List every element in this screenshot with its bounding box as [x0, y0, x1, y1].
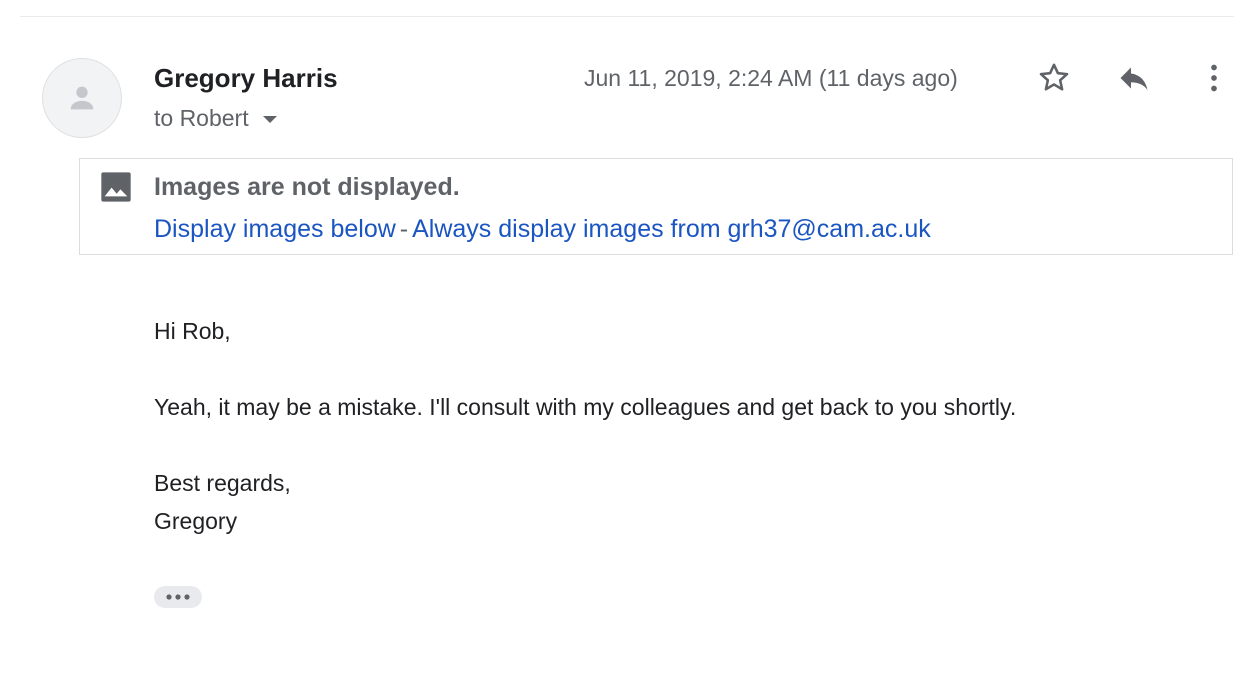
message-closing: Best regards, — [154, 470, 291, 496]
link-separator: - — [399, 215, 409, 243]
recipient-details-toggle[interactable]: to Robert — [154, 103, 277, 133]
sender-name[interactable]: Gregory Harris — [154, 62, 338, 94]
top-divider — [20, 16, 1234, 17]
message-signature: Gregory — [154, 508, 238, 534]
reply-button[interactable] — [1114, 58, 1154, 98]
message-body-text: Yeah, it may be a mistake. I'll consult … — [154, 394, 1017, 420]
ellipsis-icon — [166, 594, 190, 600]
recipient-label: to Robert — [154, 105, 249, 131]
display-images-below-link[interactable]: Display images below — [154, 215, 396, 243]
person-icon — [70, 86, 94, 110]
reply-icon — [1120, 67, 1148, 90]
message-greeting: Hi Rob, — [154, 318, 231, 344]
more-options-button[interactable] — [1194, 58, 1234, 98]
message-timestamp: Jun 11, 2019, 2:24 AM (11 days ago) — [584, 65, 958, 91]
images-blocked-notice: Images are not displayed. Display images… — [79, 158, 1233, 255]
star-button[interactable] — [1034, 58, 1074, 98]
sender-avatar[interactable] — [42, 58, 122, 138]
image-icon — [101, 172, 131, 202]
images-notice-title: Images are not displayed. — [154, 173, 460, 201]
star-outline-icon — [1039, 63, 1069, 91]
more-vert-icon — [1211, 64, 1217, 92]
caret-down-icon — [262, 115, 277, 123]
images-notice-links: Display images below - Always display imag… — [154, 213, 931, 245]
show-trimmed-content-button[interactable] — [154, 586, 202, 608]
always-display-images-link[interactable]: Always display images from grh37@cam.ac.… — [412, 215, 931, 243]
